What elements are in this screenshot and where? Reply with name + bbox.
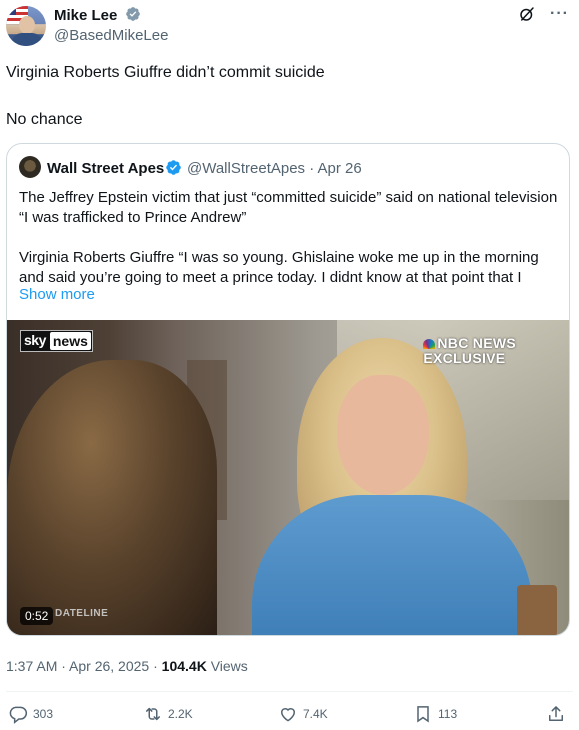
quoted-tweet[interactable]: Wall Street Apes @WallStreetApes · Apr 2… bbox=[6, 143, 570, 636]
bookmark-icon bbox=[417, 706, 429, 723]
action-bar: 303 2.2K 7.4K 113 bbox=[8, 704, 568, 728]
reply-button[interactable]: 303 bbox=[8, 704, 53, 724]
author-avatar[interactable] bbox=[6, 6, 46, 46]
author-name[interactable]: Mike Lee bbox=[54, 6, 141, 24]
video-duration-badge: 0:52 bbox=[20, 607, 54, 625]
author-handle[interactable]: @BasedMikeLee bbox=[54, 27, 168, 44]
quote-author-name[interactable]: Wall Street Apes bbox=[47, 160, 164, 177]
dateline-watermark: DATELINE bbox=[55, 608, 109, 619]
share-button[interactable] bbox=[546, 704, 566, 724]
show-more-link[interactable]: Show more bbox=[19, 286, 95, 303]
interviewee-shirt bbox=[252, 495, 532, 635]
bookmark-count: 113 bbox=[438, 707, 458, 721]
quote-paragraph-2: Virginia Roberts Giuffre “I was so young… bbox=[19, 249, 539, 286]
top-actions: ··· bbox=[518, 5, 569, 23]
repost-count: 2.2K bbox=[168, 707, 193, 721]
views-count: 104.4K bbox=[161, 658, 207, 674]
verified-badge-icon bbox=[125, 7, 140, 21]
interviewer-silhouette bbox=[7, 360, 217, 635]
grok-icon[interactable] bbox=[518, 5, 536, 23]
quote-paragraph-1: The Jeffrey Epstein victim that just “co… bbox=[19, 189, 558, 226]
repost-icon bbox=[146, 707, 160, 721]
reply-icon bbox=[9, 706, 28, 724]
reply-count: 303 bbox=[33, 707, 54, 721]
tweet-text-line2: No chance bbox=[6, 111, 83, 128]
share-icon bbox=[549, 706, 563, 721]
interviewee-face bbox=[337, 375, 429, 495]
tweet-meta: 1:37 AM · Apr 26, 2025 · 104.4K Views bbox=[6, 658, 248, 674]
tweet-text-line1: Virginia Roberts Giuffre didn’t commit s… bbox=[6, 64, 325, 81]
repost-button[interactable]: 2.2K bbox=[143, 704, 193, 724]
sky-news-logo: sky news bbox=[20, 330, 93, 352]
quote-text: The Jeffrey Epstein victim that just “co… bbox=[19, 188, 559, 288]
divider bbox=[6, 691, 573, 692]
video-player[interactable]: sky news NBC NEWS EXCLUSIVE DATELINE 0:5… bbox=[7, 320, 569, 635]
more-options-icon[interactable]: ··· bbox=[550, 5, 569, 23]
quote-author-handle-date[interactable]: @WallStreetApes · Apr 26 bbox=[187, 160, 362, 177]
like-count: 7.4K bbox=[303, 707, 328, 721]
heart-icon bbox=[280, 708, 296, 722]
timestamp[interactable]: 1:37 AM · Apr 26, 2025 · bbox=[6, 658, 162, 674]
views-label: Views bbox=[206, 658, 248, 674]
nbc-news-exclusive-watermark: NBC NEWS EXCLUSIVE bbox=[423, 335, 516, 366]
quote-author-avatar[interactable] bbox=[19, 156, 41, 178]
nbc-peacock-icon bbox=[423, 339, 436, 349]
like-button[interactable]: 7.4K bbox=[278, 704, 328, 724]
quote-verified-badge-icon bbox=[166, 160, 181, 175]
bookmark-button[interactable]: 113 bbox=[413, 704, 457, 724]
